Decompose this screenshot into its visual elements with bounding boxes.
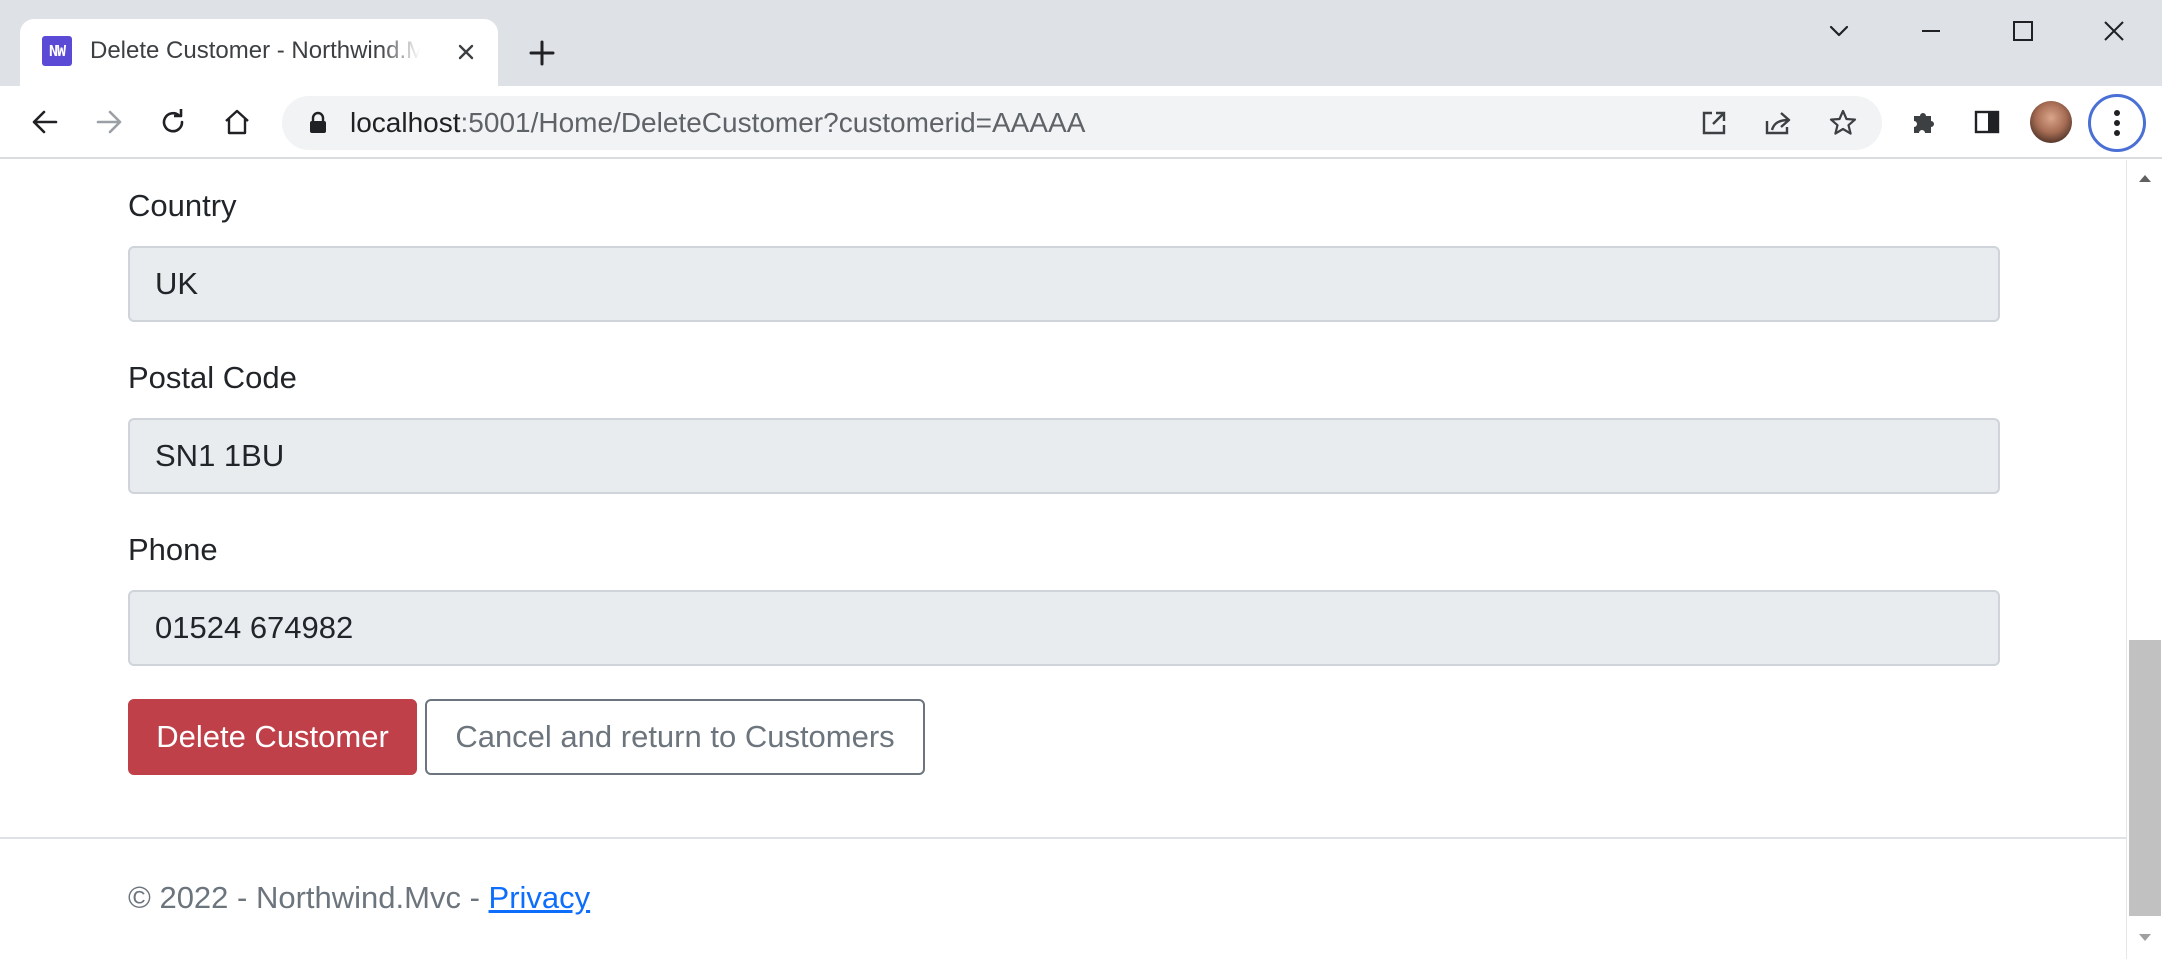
- phone-field[interactable]: [128, 590, 2000, 666]
- privacy-link[interactable]: Privacy: [489, 880, 591, 915]
- country-label: Country: [128, 188, 237, 223]
- forward-arrow-icon[interactable]: [87, 100, 131, 144]
- back-arrow-icon[interactable]: [23, 100, 67, 144]
- tab-search-chevron-down-icon[interactable]: [1808, 8, 1870, 54]
- bookmark-star-icon[interactable]: [1823, 103, 1863, 143]
- phone-label: Phone: [128, 532, 218, 567]
- profile-avatar[interactable]: [2030, 101, 2072, 143]
- browser-toolbar: localhost:5001/Home/DeleteCustomer?custo…: [0, 86, 2162, 159]
- minimize-icon[interactable]: [1900, 8, 1962, 54]
- postal-code-field[interactable]: [128, 418, 2000, 494]
- footer: © 2022 - Northwind.Mvc - Privacy: [128, 880, 590, 916]
- footer-divider: [0, 837, 2126, 839]
- side-panel-icon[interactable]: [1965, 100, 2009, 144]
- northwind-favicon-icon: NW: [42, 36, 72, 66]
- maximize-icon[interactable]: [1992, 8, 2054, 54]
- vertical-scrollbar[interactable]: [2126, 160, 2162, 959]
- reload-icon[interactable]: [151, 100, 195, 144]
- tab-title: Delete Customer - Northwind.Mvc: [90, 37, 420, 64]
- home-icon[interactable]: [215, 100, 259, 144]
- extensions-puzzle-icon[interactable]: [1902, 100, 1946, 144]
- address-bar[interactable]: localhost:5001/Home/DeleteCustomer?custo…: [282, 96, 1882, 150]
- postal-code-label: Postal Code: [128, 360, 297, 395]
- url-text[interactable]: localhost:5001/Home/DeleteCustomer?custo…: [350, 107, 1085, 139]
- menu-kebab-icon[interactable]: [2088, 94, 2146, 152]
- window-close-icon[interactable]: [2083, 8, 2145, 54]
- share-icon[interactable]: [1758, 103, 1798, 143]
- country-field[interactable]: [128, 246, 2000, 322]
- url-host: localhost: [350, 107, 461, 138]
- tab-close-icon[interactable]: [450, 36, 482, 68]
- page-viewport: Country Postal Code Phone Delete Custome…: [0, 160, 2126, 959]
- scroll-down-arrow-icon[interactable]: [2135, 928, 2155, 948]
- cancel-return-button[interactable]: Cancel and return to Customers: [425, 699, 925, 775]
- footer-copyright: © 2022 - Northwind.Mvc -: [128, 880, 489, 915]
- scroll-up-arrow-icon[interactable]: [2135, 168, 2155, 188]
- url-path: :5001/Home/DeleteCustomer?customerid=AAA…: [460, 107, 1086, 138]
- open-in-app-icon[interactable]: [1694, 103, 1734, 143]
- browser-title-bar: NW Delete Customer - Northwind.Mvc: [0, 0, 2162, 86]
- delete-customer-button[interactable]: Delete Customer: [128, 699, 417, 775]
- lock-icon[interactable]: [308, 111, 328, 140]
- scrollbar-thumb[interactable]: [2129, 640, 2161, 916]
- new-tab-plus-icon[interactable]: [521, 32, 563, 74]
- browser-tab-active[interactable]: NW Delete Customer - Northwind.Mvc: [20, 19, 498, 86]
